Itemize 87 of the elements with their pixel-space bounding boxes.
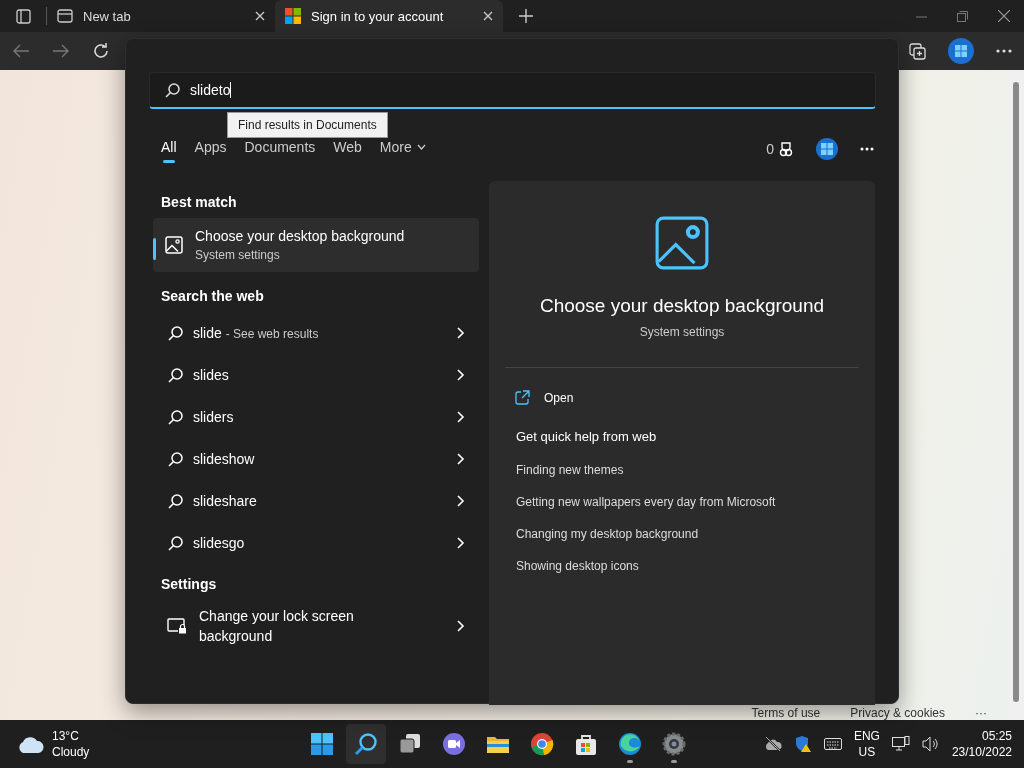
web-suggestion[interactable]: slidesgo — [153, 522, 479, 564]
preview-subtitle: System settings — [639, 325, 725, 339]
gear-icon — [661, 732, 686, 756]
restore-icon[interactable] — [957, 10, 968, 22]
cloud-off-icon[interactable] — [763, 736, 782, 752]
settings-result[interactable]: Change your lock screen background — [153, 600, 479, 652]
browser-tab[interactable]: New tab — [47, 0, 275, 32]
close-icon[interactable] — [483, 11, 493, 21]
rewards-points[interactable]: 0 — [766, 141, 794, 157]
filter-dropdown[interactable]: More — [379, 135, 426, 163]
filter-tab[interactable]: Web — [333, 135, 362, 163]
scrollbar[interactable] — [1007, 70, 1024, 720]
chevron-right-icon — [456, 327, 465, 339]
chevron-right-icon — [456, 495, 465, 507]
chevron-right-icon — [456, 369, 465, 381]
section-heading: Settings — [160, 575, 218, 594]
collections-icon[interactable] — [908, 42, 926, 60]
footer-link[interactable]: ··· — [975, 707, 987, 719]
refresh-icon[interactable] — [92, 42, 110, 60]
help-link[interactable]: Getting new wallpapers every day from Microsoft — [505, 486, 787, 518]
filter-tab[interactable]: All — [161, 135, 177, 163]
tooltip: Find results in Documents — [227, 112, 388, 138]
close-icon[interactable] — [255, 11, 265, 21]
task-view-icon — [397, 732, 422, 756]
windows-logo-icon — [309, 732, 334, 756]
web-suggestion[interactable]: sliders — [153, 396, 479, 438]
new-tab-icon[interactable] — [519, 9, 533, 23]
taskbar-button[interactable] — [345, 724, 386, 764]
footer-link[interactable]: Terms of use — [751, 707, 821, 719]
chevron-right-icon — [456, 411, 465, 423]
section-heading: Best match — [160, 193, 238, 212]
chevron-right-icon — [456, 620, 465, 632]
browser-tab[interactable]: Sign in to your account — [275, 0, 503, 32]
help-link[interactable]: Changing my desktop background — [505, 518, 710, 550]
web-suggestion[interactable]: slide - See web results — [153, 312, 479, 354]
open-link[interactable]: Open — [544, 390, 574, 405]
shopping-bag-icon — [573, 732, 598, 756]
lock-screen-icon — [167, 618, 187, 634]
profile-avatar-icon[interactable] — [948, 38, 974, 64]
chevron-down-icon — [416, 144, 426, 150]
speaker-icon[interactable] — [921, 736, 940, 752]
temperature: 13°C — [52, 728, 80, 744]
footer-link[interactable]: Privacy & cookies — [850, 707, 945, 719]
four-squares-icon — [285, 8, 301, 24]
search-icon — [164, 82, 180, 98]
page-icon — [57, 8, 73, 24]
preview-title: Choose your desktop background — [539, 295, 825, 317]
tab-actions-icon[interactable] — [15, 8, 31, 24]
forward-arrow-icon[interactable] — [52, 43, 70, 59]
filter-tab[interactable]: Apps — [194, 135, 227, 163]
chevron-right-icon — [456, 453, 465, 465]
web-suggestion[interactable]: slideshow — [153, 438, 479, 480]
language-indicator[interactable]: ENG US — [853, 728, 880, 760]
weather-condition: Cloudy — [52, 744, 90, 760]
close-icon[interactable] — [998, 10, 1010, 22]
help-heading: Get quick help from web — [515, 428, 658, 446]
web-suggestion[interactable]: slideshare — [153, 480, 479, 522]
search-icon — [167, 325, 183, 341]
filter-tab[interactable]: Documents — [244, 135, 316, 163]
keyboard-icon[interactable] — [823, 737, 842, 751]
trophy-icon — [778, 141, 794, 157]
search-icon — [353, 732, 378, 756]
search-icon — [167, 409, 183, 425]
back-arrow-icon[interactable] — [12, 43, 30, 59]
swirl-icon — [617, 732, 642, 756]
profile-avatar-icon[interactable] — [816, 138, 838, 160]
search-icon — [167, 451, 183, 467]
cloud-icon — [16, 734, 44, 754]
chevron-right-icon — [456, 537, 465, 549]
more-icon[interactable] — [860, 147, 874, 151]
search-field[interactable]: slideto — [149, 72, 876, 109]
search-icon — [167, 535, 183, 551]
more-icon[interactable] — [996, 49, 1012, 53]
chat-icon — [441, 732, 466, 756]
search-icon — [167, 367, 183, 383]
web-suggestion[interactable]: slides — [153, 354, 479, 396]
picture-frame-icon — [165, 236, 183, 254]
search-icon — [167, 493, 183, 509]
help-link[interactable]: Showing desktop icons — [505, 550, 650, 582]
chrome-icon — [529, 732, 554, 756]
best-match-item[interactable]: Choose your desktop background System settings — [153, 218, 479, 272]
external-link-icon[interactable] — [515, 390, 530, 405]
shield-warning-icon[interactable] — [793, 735, 812, 753]
help-link[interactable]: Finding new themes — [505, 454, 635, 486]
section-heading: Search the web — [160, 287, 265, 306]
clock[interactable]: 05:25 23/10/2022 — [951, 728, 1012, 760]
picture-frame-icon — [654, 215, 710, 271]
